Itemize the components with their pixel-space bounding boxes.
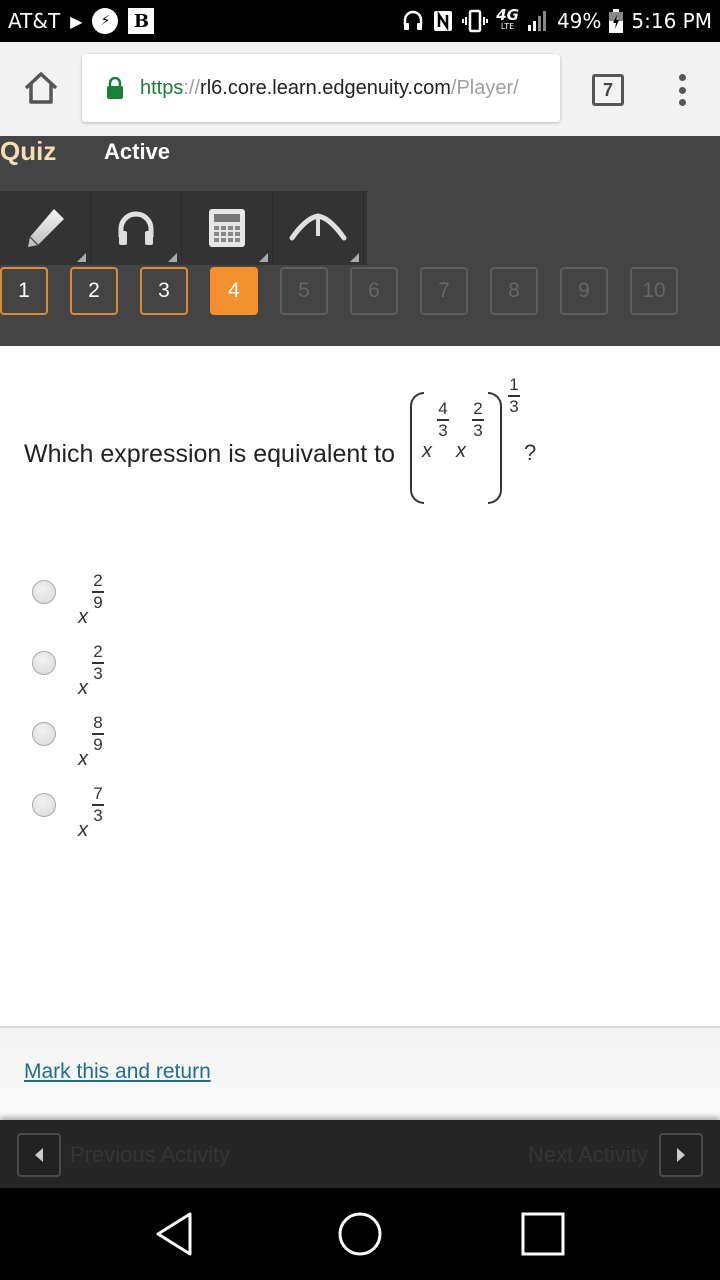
activity-navigation-bar: Previous Activity Next Activity (0, 1120, 720, 1188)
question-10-button: 10 (630, 267, 678, 315)
question-6-button: 6 (350, 267, 398, 315)
option-base: x (78, 677, 88, 699)
question-3-button[interactable]: 3 (140, 267, 188, 315)
expr-outer-exponent: 13 (508, 375, 520, 416)
battery-percent: 49% (556, 9, 602, 33)
expr-exponent-2: 23 (472, 399, 484, 440)
answer-option[interactable]: x29 (32, 570, 332, 641)
address-bar[interactable]: https://rl6.core.learn.edgenuity.com/Pla… (82, 54, 560, 122)
recents-icon[interactable] (519, 1210, 567, 1258)
b-app-icon: B (128, 8, 155, 34)
previous-activity-label[interactable]: Previous Activity (70, 1142, 230, 1168)
system-navigation-bar (0, 1188, 720, 1280)
question-7-button: 7 (420, 267, 468, 315)
tool-menu-indicator (77, 253, 86, 262)
question-1-button[interactable]: 1 (0, 267, 48, 315)
question-navigator: 1 2 3 4 5 6 7 8 9 10 (0, 267, 700, 315)
radio-button[interactable] (32, 580, 56, 604)
expr-base-2: x (456, 440, 466, 462)
url-path: /Player/ (450, 76, 519, 99)
url-host: rl6.core.learn.edgenuity.com (200, 76, 451, 99)
option-base: x (78, 606, 88, 628)
nfc-icon (432, 9, 454, 33)
menu-dot (678, 99, 686, 106)
next-activity-button[interactable] (659, 1133, 703, 1177)
question-mark: ? (524, 440, 537, 465)
answer-option[interactable]: x89 (32, 712, 332, 783)
pencil-tool-button[interactable] (0, 191, 91, 265)
radio-button[interactable] (32, 793, 56, 817)
question-prompt: Which expression is equivalent to (24, 440, 396, 468)
question-stem: Which expression is equivalent to x 43 x… (24, 370, 704, 510)
calculator-icon (209, 209, 245, 247)
chevron-left-icon (35, 1148, 43, 1162)
menu-dot (678, 86, 686, 94)
activity-status-label: Active (104, 139, 171, 164)
url-scheme: https (140, 76, 184, 99)
clock: 5:16 PM (631, 9, 712, 33)
question-8-button: 8 (490, 267, 538, 315)
translate-tool-button[interactable] (273, 191, 364, 265)
carrier-label: AT&T (8, 9, 61, 33)
quiz-header: Quiz Active 1 2 3 4 5 6 7 8 9 10 (0, 136, 720, 346)
headphones-icon (118, 211, 154, 245)
messenger-icon: ⚡ (92, 8, 119, 34)
audio-tool-button[interactable] (91, 191, 182, 265)
chevron-right-icon (677, 1148, 685, 1162)
home-icon (24, 72, 58, 104)
radio-button[interactable] (32, 722, 56, 746)
home-button[interactable] (20, 68, 62, 110)
calculator-tool-button[interactable] (182, 191, 273, 265)
radio-button[interactable] (32, 651, 56, 675)
question-4-button[interactable]: 4 (210, 267, 258, 315)
answer-option[interactable]: x23 (32, 641, 332, 712)
expr-base-1: x (422, 440, 432, 462)
quiz-toolbar (0, 191, 367, 265)
previous-activity-button[interactable] (17, 1133, 61, 1177)
expr-exponent-1: 43 (437, 399, 449, 440)
option-base: x (78, 819, 88, 841)
play-icon: ▶ (70, 11, 83, 31)
answer-option[interactable]: x73 (32, 783, 332, 854)
next-activity-label[interactable]: Next Activity (528, 1142, 648, 1168)
answer-options: x29x23x89x73 (32, 570, 332, 854)
pencil-icon (28, 209, 64, 247)
caret-up-icon (289, 213, 347, 241)
overflow-menu-button[interactable] (672, 70, 692, 110)
headset-icon (402, 9, 424, 33)
mark-and-return-link[interactable]: Mark this and return (24, 1060, 211, 1084)
menu-dot (678, 74, 686, 81)
lock-icon (106, 76, 124, 99)
activity-type-label: Quiz (0, 136, 57, 166)
back-icon[interactable] (152, 1210, 200, 1258)
signal-icon (527, 10, 549, 32)
battery-icon (609, 9, 624, 33)
right-parenthesis (488, 392, 502, 504)
vibrate-icon (462, 9, 489, 33)
question-5-button: 5 (280, 267, 328, 315)
home-circle-icon[interactable] (336, 1210, 384, 1258)
option-exponent: 73 (92, 784, 104, 825)
status-bar: AT&T ▶ ⚡ B 4G LTE 49% 5:16 PM (0, 0, 720, 42)
tool-menu-indicator (259, 253, 268, 262)
tab-switcher-button[interactable]: 7 (592, 74, 624, 106)
4g-lte-icon: 4G LTE (496, 6, 519, 32)
browser-toolbar: https://rl6.core.learn.edgenuity.com/Pla… (0, 42, 720, 136)
option-exponent: 89 (92, 713, 104, 754)
tool-menu-indicator (168, 253, 177, 262)
tool-menu-indicator (350, 253, 359, 262)
option-exponent: 23 (92, 642, 104, 683)
question-9-button: 9 (560, 267, 608, 315)
option-exponent: 29 (92, 571, 104, 612)
question-2-button[interactable]: 2 (70, 267, 118, 315)
mark-area: Mark this and return (0, 1026, 720, 1120)
url-separator: :// (183, 76, 201, 99)
option-base: x (78, 748, 88, 770)
